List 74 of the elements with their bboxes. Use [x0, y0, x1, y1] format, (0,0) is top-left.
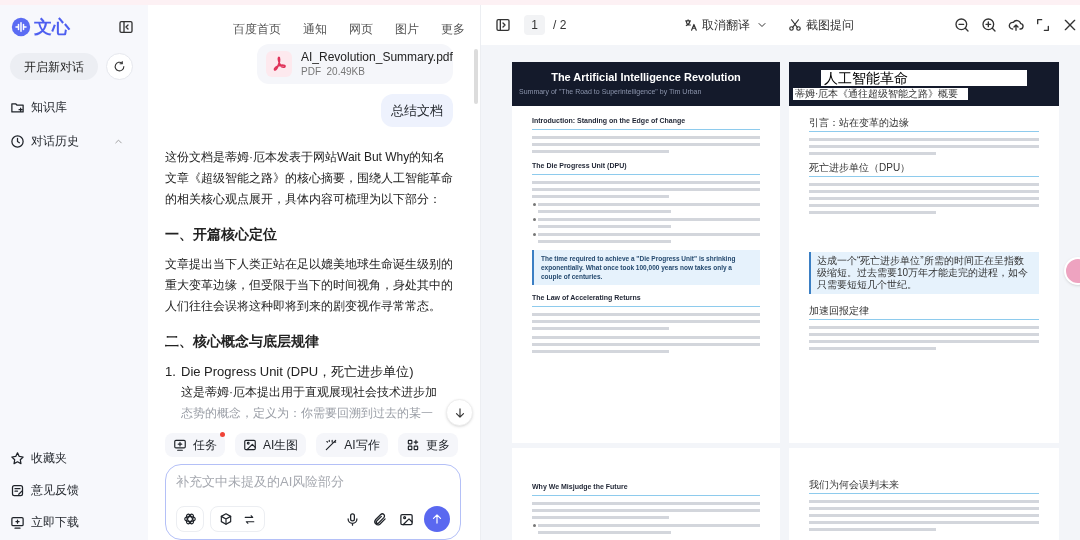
nav-link[interactable]: 网页 — [349, 20, 373, 37]
translated-subtitle: 蒂姆·厄本《通往超级智能之路》概要 — [793, 88, 968, 100]
image-icon — [243, 438, 257, 452]
message-input[interactable]: 补充文中未提及的AI风险部分 — [176, 473, 450, 491]
refresh-button[interactable] — [106, 53, 133, 80]
tool-button[interactable]: AI生图 — [235, 433, 307, 457]
clock-icon — [10, 133, 25, 149]
translate-button[interactable]: 取消翻译 — [684, 16, 768, 34]
page-total: / 2 — [553, 17, 568, 34]
download-icon — [10, 514, 25, 530]
file-card[interactable]: AI_Revolution_Summary.pdf PDF 20.49KB — [257, 44, 453, 84]
section-heading: 死亡进步单位（DPU） — [809, 161, 1039, 177]
upload-icon[interactable] — [1008, 17, 1024, 33]
collapse-sidebar-icon[interactable] — [118, 19, 134, 35]
pdf-icon — [266, 51, 292, 78]
list-item-text: 这是蒂姆·厄本提出用于直观展现社会技术进步加 — [181, 384, 438, 401]
refresh-icon — [113, 60, 126, 73]
logo-text: 文心 — [34, 17, 70, 37]
star-icon — [10, 450, 25, 466]
wand-icon — [324, 438, 339, 452]
nav-link[interactable]: 图片 — [395, 20, 419, 37]
cube-icon — [219, 512, 233, 526]
file-meta: PDF 20.49KB — [301, 65, 366, 79]
nav-link[interactable]: 通知 — [303, 20, 327, 37]
tool-button[interactable]: AI写作 — [316, 433, 388, 457]
list-item-text: 态势的概念，定义为：你需要回溯到过去的某一 — [181, 405, 434, 422]
answer-heading: 二、核心概念与底层规律 — [165, 332, 320, 351]
expand-icon[interactable] — [1035, 17, 1051, 33]
paperclip-icon[interactable] — [372, 511, 387, 527]
sidebar-item[interactable]: 立即下载 — [10, 512, 138, 532]
section-heading: 我们为何会误判未来 — [809, 478, 1039, 494]
atom-button[interactable] — [176, 506, 204, 532]
close-icon[interactable] — [1062, 17, 1078, 33]
model-switch-button[interactable] — [210, 506, 265, 532]
microphone-icon[interactable] — [345, 511, 360, 527]
nav-link[interactable]: 更多 — [441, 20, 465, 37]
nav-link[interactable]: 百度首页 — [233, 20, 281, 37]
translate-icon — [684, 18, 698, 32]
file-name: AI_Revolution_Summary.pdf — [301, 50, 453, 66]
list-item-title: Die Progress Unit (DPU，死亡进步单位) — [181, 363, 414, 381]
new-chat-button[interactable]: 开启新对话 — [10, 53, 98, 80]
tool-button[interactable]: 任务 — [165, 433, 225, 457]
zoom-in-icon[interactable] — [981, 17, 997, 33]
grid-icon — [405, 438, 420, 452]
screenshot-ask-button[interactable]: 截图提问 — [788, 16, 854, 34]
arrow-up-icon — [430, 512, 444, 526]
zoom-out-icon[interactable] — [954, 17, 970, 33]
answer-heading: 一、开篇核心定位 — [165, 225, 278, 244]
sidebar-item[interactable]: 对话历史 — [10, 131, 138, 151]
send-button[interactable] — [424, 506, 450, 532]
answer-paragraph: 文章提出当下人类正站在足以媲美地球生命诞生级别的重大变革边缘，但受限于当下的时间视角，身处其中的人们往往会误将这种即将到来的剧变视作寻常常态。 — [165, 256, 454, 315]
atom-icon — [183, 512, 197, 526]
scroll-down-button[interactable] — [446, 399, 473, 426]
swap-icon — [243, 512, 256, 526]
sidebar-item[interactable]: 意见反馈 — [10, 480, 138, 500]
section-heading: 引言：站在变革的边缘 — [809, 116, 1039, 132]
sidebar-item[interactable]: 知识库 — [10, 97, 138, 117]
answer-paragraph: 这份文档是蒂姆·厄本发表于网站Wait But Why的知名文章《超级智能之路》的核心摘要，围绕人工智能革命的相关核心观点展开，具体内容可梳理为以下部分： — [165, 149, 454, 208]
page-number-field[interactable]: 1 — [524, 15, 545, 35]
section-heading: 加速回报定律 — [809, 304, 1039, 320]
task-icon — [173, 438, 187, 452]
sidebar-item[interactable]: 收藏夹 — [10, 448, 138, 468]
feedback-icon — [10, 482, 25, 498]
scrollbar-thumb[interactable] — [474, 49, 478, 104]
scissors-icon — [788, 18, 802, 32]
tool-button[interactable]: 更多 — [397, 433, 458, 457]
list-number: 1. — [165, 363, 177, 381]
sidebar-toggle-icon[interactable] — [495, 17, 511, 33]
logo-icon — [11, 17, 31, 37]
callout-quote: 达成一个“死亡进步单位”所需的时间正在呈指数级缩短。过去需要10万年才能走完的进程，如今只需要短短几个世纪。 — [809, 252, 1039, 294]
image-icon[interactable] — [399, 511, 414, 527]
translated-title: 人工智能革命 — [821, 70, 1027, 86]
user-message: 总结文档 — [381, 94, 453, 127]
document-title: The Artificial Intelligence Revolution — [550, 70, 742, 84]
